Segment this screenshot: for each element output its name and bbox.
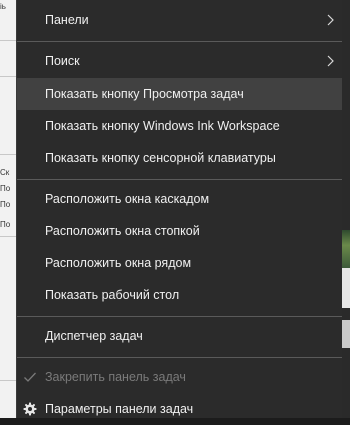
chevron-right-icon [327,14,334,26]
taskbar-context-menu: Панели Поиск Показать кнопку Просмотра з… [16,0,342,418]
background-divider [0,40,16,41]
menu-item-show-ink-workspace-button[interactable]: Показать кнопку Windows Ink Workspace [17,110,342,142]
menu-item-label: Панели [45,13,89,27]
menu-separator [17,179,342,180]
menu-item-label: Показать кнопку Просмотра задач [45,87,244,101]
background-divider [0,76,16,77]
menu-item-toolbars[interactable]: Панели [17,4,342,36]
gear-icon [23,402,37,416]
menu-separator [17,316,342,317]
menu-separator [17,357,342,358]
menu-item-cascade-windows[interactable]: Расположить окна каскадом [17,183,342,215]
background-divider [0,236,16,237]
menu-separator [17,41,342,42]
menu-item-label: Показать рабочий стол [45,288,180,302]
menu-item-label: Параметры панели задач [45,402,194,416]
menu-item-task-manager[interactable]: Диспетчер задач [17,320,342,352]
menu-item-stack-windows[interactable]: Расположить окна стопкой [17,215,342,247]
menu-item-label: Поиск [45,54,80,68]
background-text: По [0,200,11,209]
menu-item-side-by-side-windows[interactable]: Расположить окна рядом [17,247,342,279]
menu-item-label: Закрепить панель задач [45,370,186,384]
menu-item-label: Показать кнопку Windows Ink Workspace [45,119,280,133]
menu-item-show-desktop[interactable]: Показать рабочий стол [17,279,342,311]
menu-item-show-touch-keyboard-button[interactable]: Показать кнопку сенсорной клавиатуры [17,142,342,174]
menu-item-label: Диспетчер задач [45,329,143,343]
menu-item-label: Расположить окна каскадом [45,192,210,206]
background-window-right [342,0,350,418]
background-text: По [0,220,11,229]
menu-item-taskbar-settings[interactable]: Параметры панели задач [17,393,342,425]
background-image [342,230,350,268]
background-divider [0,154,16,155]
background-window-left: іь Ск По По По [0,0,16,418]
menu-item-label: Расположить окна рядом [45,256,192,270]
menu-item-search[interactable]: Поиск [17,45,342,77]
background-text: іь [0,2,6,11]
background-panel [342,268,350,308]
background-text: Ск [0,168,10,177]
menu-item-label: Расположить окна стопкой [45,224,200,238]
menu-item-label: Показать кнопку сенсорной клавиатуры [45,151,276,165]
menu-item-show-task-view-button[interactable]: Показать кнопку Просмотра задач [17,78,342,110]
checkmark-icon [24,372,36,382]
background-divider [0,380,16,381]
chevron-right-icon [327,55,334,67]
menu-item-lock-taskbar: Закрепить панель задач [17,361,342,393]
background-panel [342,320,350,348]
background-text: По [0,184,11,193]
